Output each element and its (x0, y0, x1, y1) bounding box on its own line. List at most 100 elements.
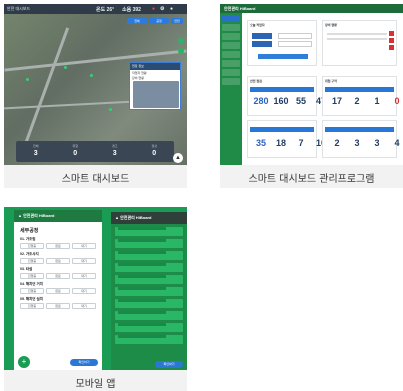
stats-panel: 2 3 3 4 (322, 120, 400, 158)
count-value: 0 (394, 96, 400, 106)
list-item[interactable] (115, 275, 183, 284)
option-cell[interactable]: 진행중 (20, 273, 44, 279)
sidebar-item[interactable] (222, 42, 240, 49)
layer-toggle-icon[interactable] (178, 48, 184, 54)
list-item[interactable] (115, 227, 183, 236)
list-item[interactable] (115, 251, 183, 260)
cctv-image[interactable] (133, 81, 179, 108)
card-caption: 스마트 대시보드 관리프로그램 (248, 174, 375, 185)
list-item[interactable] (115, 263, 183, 272)
section-title: 04. 해치던 거치 (20, 282, 43, 286)
delete-icon[interactable] (389, 31, 394, 36)
count-value: 18 (275, 138, 286, 148)
list-item[interactable] (115, 239, 183, 248)
map-title: 안전 대시보드 (7, 6, 31, 11)
section-title: 02. 가조사지 (20, 252, 39, 256)
settings-icon[interactable]: ⚙ (160, 6, 164, 12)
text-line (327, 33, 387, 35)
stat-total: 전체 3 (32, 144, 39, 157)
phone-screen-list: ▲ 안전관리 HiBoard 확인하기 (111, 212, 187, 370)
count-value: 160 (273, 96, 289, 106)
count-value: 3 (354, 138, 360, 148)
card-smart-dashboard[interactable]: 안전 대시보드 온도 26° 소음 392 ● ⚙ ● 전체 공정 안전 현장 … (4, 4, 187, 188)
option-cell[interactable]: 진행중 (20, 258, 44, 264)
stat-normal: 정상 0 (151, 144, 158, 157)
worker-marker[interactable] (64, 66, 67, 69)
option-cell[interactable]: 대기 (72, 258, 96, 264)
counts-row: 35 18 7 10 (251, 138, 331, 148)
sidebar-item[interactable] (222, 60, 240, 67)
option-cell[interactable]: 완료 (46, 288, 70, 294)
worker-marker[interactable] (90, 74, 93, 77)
card-mobile-app[interactable]: ▲ 안전관리 HiBoard 세부공정 01. 가조립 진행중 완료 대기 02. … (4, 207, 187, 391)
panel-button[interactable] (252, 33, 272, 39)
section-title: 05. 해치던 설치 (20, 297, 43, 301)
sidebar-item[interactable] (222, 15, 240, 22)
counts-row: 17 2 1 0 (327, 96, 403, 106)
option-cell[interactable]: 대기 (72, 303, 96, 309)
panel-button[interactable] (252, 41, 272, 47)
option-cell[interactable]: 진행중 (20, 303, 44, 309)
option-cell[interactable]: 완료 (46, 273, 70, 279)
panel-input[interactable] (278, 33, 312, 39)
sidebar-item[interactable] (222, 69, 240, 76)
temp-readout: 온도 26° (96, 7, 115, 13)
count-value: 4 (394, 138, 400, 148)
header-strip (250, 127, 314, 132)
delete-icon[interactable] (389, 38, 394, 43)
sidebar-item[interactable] (222, 78, 240, 85)
page-title: 세부공정 (20, 228, 39, 234)
worker-marker[interactable] (109, 108, 112, 111)
compass-icon[interactable]: ▲ (173, 153, 183, 163)
tab-all[interactable]: 전체 (127, 18, 147, 24)
submit-button[interactable]: 확인하기 (155, 361, 183, 368)
mobile-screenshot: ▲ 안전관리 HiBoard 세부공정 01. 가조립 진행중 완료 대기 02. … (4, 207, 187, 370)
count-value: 2 (354, 96, 360, 106)
submit-button[interactable]: 확인하기 (70, 359, 98, 366)
sidebar-item[interactable] (222, 33, 240, 40)
layer-toggle-icon[interactable] (178, 38, 184, 44)
danger-panel: 위험 구역 17 2 1 0 (322, 76, 400, 116)
delete-icon[interactable] (389, 45, 394, 50)
section-title: 03. 타설 (20, 267, 33, 271)
admin-sidebar (220, 13, 242, 165)
noise-readout: 소음 392 (122, 7, 141, 13)
add-button[interactable]: + (18, 356, 30, 368)
count-value: 35 (255, 138, 266, 148)
list-item[interactable] (115, 287, 183, 296)
counts-row: 2 3 3 4 (327, 138, 403, 148)
sidebar-item[interactable] (222, 24, 240, 31)
page: 안전 대시보드 온도 26° 소음 392 ● ⚙ ● 전체 공정 안전 현장 … (0, 0, 403, 391)
safety-panel: 안전 점검 280 160 55 47 (247, 76, 326, 116)
app-brand: ▲ 안전관리 HiBoard (14, 210, 102, 222)
option-cell[interactable]: 완료 (46, 258, 70, 264)
panel-title: 위험 구역 (325, 79, 337, 83)
count-value: 7 (298, 138, 304, 148)
panel-input[interactable] (278, 41, 312, 47)
admin-screenshot: 안전관리 HiBoard 오늘 작업자 장비 현황 안전 점검 280 160 … (220, 4, 403, 165)
option-cell[interactable]: 대기 (72, 273, 96, 279)
worker-panel: 오늘 작업자 (247, 20, 317, 66)
list-item[interactable] (115, 335, 183, 344)
list-item[interactable] (115, 299, 183, 308)
panel-action-button[interactable] (258, 54, 308, 59)
user-icon[interactable]: ● (170, 6, 173, 12)
card-dashboard-admin[interactable]: 안전관리 HiBoard 오늘 작업자 장비 현황 안전 점검 280 160 … (220, 4, 403, 188)
header-strip (325, 127, 394, 132)
stat-warning: 경고 3 (111, 144, 118, 157)
option-cell[interactable]: 완료 (46, 243, 70, 249)
option-cell[interactable]: 대기 (72, 288, 96, 294)
worker-marker[interactable] (26, 78, 29, 81)
option-cell[interactable]: 진행중 (20, 243, 44, 249)
list-item[interactable] (115, 323, 183, 332)
option-cell[interactable]: 완료 (46, 303, 70, 309)
list-item[interactable] (115, 311, 183, 320)
sidebar-item[interactable] (222, 51, 240, 58)
option-cell[interactable]: 진행중 (20, 288, 44, 294)
tab-process[interactable]: 공정 (149, 18, 169, 24)
option-cell[interactable]: 대기 (72, 243, 96, 249)
alert-icon[interactable]: ● (152, 6, 155, 12)
site-info-popup[interactable]: 현장 정보 작업자 현황 장비 현황 (129, 62, 181, 110)
top-status-bar: 안전 대시보드 온도 26° 소음 392 ● ⚙ ● (4, 4, 187, 14)
tab-safety[interactable]: 안전 (171, 18, 183, 24)
